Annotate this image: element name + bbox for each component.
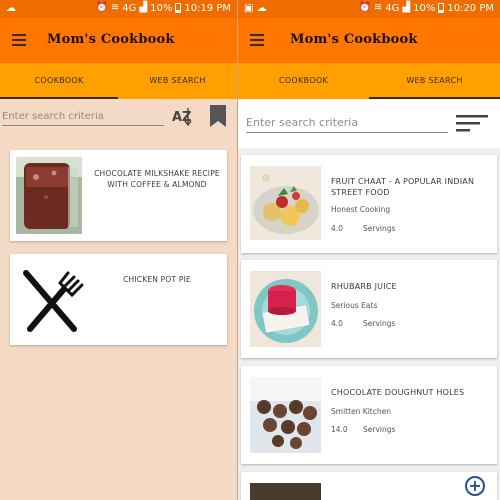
result-rating: 4.0 [331, 319, 343, 328]
result-rating: 4.0 [331, 224, 343, 233]
bookmark-icon[interactable] [209, 104, 227, 128]
search-row: AZ [0, 100, 237, 140]
result-servings-label: Servings [363, 425, 396, 434]
signal-bars-icon: ▟ [139, 2, 148, 13]
app-title: Mom's Cookbook [290, 32, 418, 47]
result-servings-label: Servings [363, 224, 396, 233]
recipe-title: CHOCOLATE MILKSHAKE RECIPE WITH COFFEE &… [94, 169, 220, 189]
status-bar: ▣ ☁ ⏰ ≋ 4G ▟ 10% 10:20 PM [238, 0, 500, 18]
add-circle-icon[interactable]: + [465, 476, 485, 496]
screenshot-root: ☁ ⏰ ≋ 4G ▟ 10% 10:19 PM Mom's Cookbook C… [0, 0, 500, 500]
result-title: CHOCOLATE DOUGHNUT HOLES [331, 388, 465, 397]
cookbook-screen: ☁ ⏰ ≋ 4G ▟ 10% 10:19 PM Mom's Cookbook C… [0, 0, 237, 500]
alarm-icon: ⏰ [95, 2, 108, 13]
battery-icon [175, 3, 182, 13]
fork-knife-icon [16, 261, 88, 339]
alarm-icon: ⏰ [358, 2, 371, 13]
search-result-card[interactable]: RHUBARB JUICE Serious Eats 4.0 Servings [241, 260, 497, 358]
battery-icon [438, 3, 445, 13]
fruit-chaat-photo [250, 166, 321, 240]
result-source: Honest Cooking [331, 205, 391, 214]
app-toolbar: Mom's Cookbook [238, 18, 500, 63]
tab-web-search[interactable]: WEB SEARCH [369, 63, 500, 99]
partial-result-photo [250, 483, 321, 500]
status-indicators: ⏰ ≋ 4G ▟ 10% 10:20 PM [358, 2, 494, 14]
search-row [238, 100, 500, 148]
wifi-icon: ≋ [110, 2, 120, 13]
rhubarb-juice-photo [250, 271, 321, 347]
result-title: FRUIT CHAAT - A POPULAR INDIAN STREET FO… [331, 177, 475, 197]
search-result-card[interactable]: FRUIT CHAAT - A POPULAR INDIAN STREET FO… [241, 155, 497, 253]
recipe-card[interactable]: CHICKEN POT PIE [10, 254, 227, 345]
status-time: 10:20 PM [447, 2, 494, 14]
hamburger-menu-icon[interactable] [250, 34, 264, 46]
result-source: Smitten Kitchen [331, 407, 391, 416]
result-title: RHUBARB JUICE [331, 282, 397, 291]
battery-percent: 10% [150, 2, 173, 14]
sort-az-icon[interactable]: AZ [170, 106, 194, 128]
tab-cookbook[interactable]: COOKBOOK [238, 63, 369, 99]
result-rating: 14.0 [331, 425, 348, 434]
search-result-card[interactable] [241, 472, 497, 500]
search-result-card[interactable]: CHOCOLATE DOUGHNUT HOLES Smitten Kitchen… [241, 366, 497, 464]
tab-cookbook[interactable]: COOKBOOK [0, 63, 118, 99]
hamburger-menu-icon[interactable] [12, 34, 26, 46]
doughnut-holes-photo [250, 377, 321, 453]
tab-bar: COOKBOOK WEB SEARCH [0, 63, 237, 99]
recipe-title: CHICKEN POT PIE [123, 275, 191, 284]
recipe-card[interactable]: CHOCOLATE MILKSHAKE RECIPE WITH COFFEE &… [10, 150, 227, 241]
web-search-screen: ▣ ☁ ⏰ ≋ 4G ▟ 10% 10:20 PM Mom's Cookbook… [238, 0, 500, 500]
status-bar: ☁ ⏰ ≋ 4G ▟ 10% 10:19 PM [0, 0, 237, 18]
status-time: 10:19 PM [184, 2, 231, 14]
signal-bars-icon: ▟ [402, 2, 411, 13]
result-source: Serious Eats [331, 301, 378, 310]
signal-label: 4G [122, 2, 137, 14]
milkshake-jar-photo [16, 157, 82, 234]
wifi-icon: ≋ [373, 2, 383, 13]
signal-label: 4G [385, 2, 400, 14]
tab-bar: COOKBOOK WEB SEARCH [238, 63, 500, 99]
search-input[interactable] [246, 113, 448, 133]
image-notification-icon: ▣ ☁ [244, 3, 267, 14]
tab-web-search[interactable]: WEB SEARCH [118, 63, 237, 99]
search-input[interactable] [2, 108, 164, 126]
app-toolbar: Mom's Cookbook [0, 18, 237, 63]
sort-lines-icon[interactable] [456, 114, 490, 132]
result-servings-label: Servings [363, 319, 396, 328]
status-indicators: ⏰ ≋ 4G ▟ 10% 10:19 PM [95, 2, 231, 14]
app-title: Mom's Cookbook [47, 32, 175, 47]
battery-percent: 10% [413, 2, 436, 14]
cloud-icon: ☁ [6, 3, 16, 14]
